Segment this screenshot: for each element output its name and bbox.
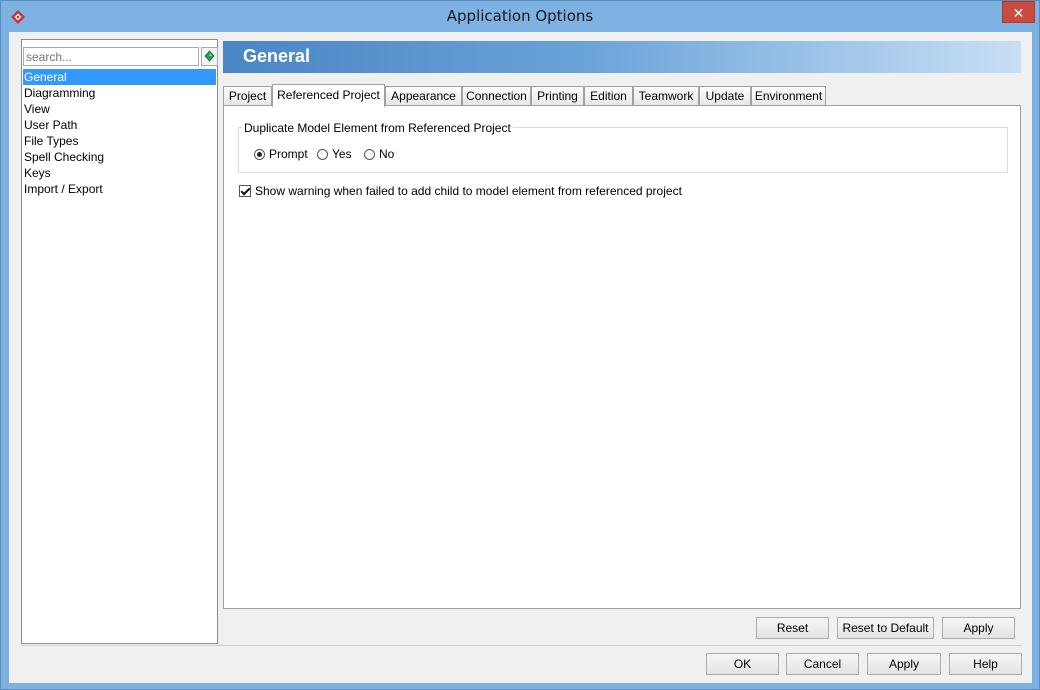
checkbox-checked-icon bbox=[239, 185, 251, 197]
options-tree-panel: General Diagramming View User Path File … bbox=[21, 39, 218, 644]
window-title: Application Options bbox=[446, 7, 594, 25]
panel-apply-button[interactable]: Apply bbox=[942, 617, 1015, 639]
radio-unselected-icon bbox=[364, 149, 375, 160]
tree-item-keys[interactable]: Keys bbox=[23, 165, 216, 181]
search-filter-button[interactable] bbox=[201, 47, 218, 66]
options-tree: General Diagramming View User Path File … bbox=[23, 69, 216, 197]
section-header: General bbox=[223, 41, 1021, 73]
show-warning-label: Show warning when failed to add child to… bbox=[255, 184, 682, 198]
filter-icon bbox=[204, 50, 215, 62]
radio-prompt-label: Prompt bbox=[269, 147, 308, 161]
divider bbox=[21, 645, 1021, 646]
section-title: General bbox=[243, 46, 311, 66]
radio-prompt[interactable]: Prompt bbox=[254, 146, 308, 162]
tab-content-panel: Duplicate Model Element from Referenced … bbox=[223, 105, 1021, 609]
tree-item-import-export[interactable]: Import / Export bbox=[23, 181, 216, 197]
dialog-apply-button[interactable]: Apply bbox=[867, 653, 941, 675]
tab-referenced-project[interactable]: Referenced Project bbox=[272, 84, 385, 107]
tree-item-spell-checking[interactable]: Spell Checking bbox=[23, 149, 216, 165]
duplicate-model-group-title: Duplicate Model Element from Referenced … bbox=[242, 121, 513, 135]
application-options-window: Application Options ✕ General Diagrammin… bbox=[0, 0, 1040, 690]
tree-item-file-types[interactable]: File Types bbox=[23, 133, 216, 149]
cancel-button[interactable]: Cancel bbox=[786, 653, 859, 675]
tab-environment[interactable]: Environment bbox=[751, 86, 826, 106]
tree-item-user-path[interactable]: User Path bbox=[23, 117, 216, 133]
tree-item-view[interactable]: View bbox=[23, 101, 216, 117]
tab-edition[interactable]: Edition bbox=[584, 86, 633, 106]
tree-item-general[interactable]: General bbox=[23, 69, 216, 85]
tab-teamwork[interactable]: Teamwork bbox=[633, 86, 699, 106]
dialog-body: General Diagramming View User Path File … bbox=[9, 32, 1032, 683]
radio-no-label: No bbox=[379, 147, 395, 161]
ok-button[interactable]: OK bbox=[706, 653, 779, 675]
close-button[interactable]: ✕ bbox=[1002, 1, 1035, 23]
help-button[interactable]: Help bbox=[949, 653, 1022, 675]
radio-yes[interactable]: Yes bbox=[317, 146, 352, 162]
radio-unselected-icon bbox=[317, 149, 328, 160]
tab-update[interactable]: Update bbox=[699, 86, 751, 106]
tree-item-diagramming[interactable]: Diagramming bbox=[23, 85, 216, 101]
radio-selected-icon bbox=[254, 149, 265, 160]
radio-no[interactable]: No bbox=[364, 146, 394, 162]
show-warning-checkbox[interactable]: Show warning when failed to add child to… bbox=[239, 183, 682, 199]
reset-to-default-button[interactable]: Reset to Default bbox=[837, 617, 934, 639]
tab-project[interactable]: Project bbox=[223, 86, 272, 106]
radio-yes-label: Yes bbox=[332, 147, 352, 161]
tab-appearance[interactable]: Appearance bbox=[385, 86, 462, 106]
tab-printing[interactable]: Printing bbox=[531, 86, 584, 106]
close-icon: ✕ bbox=[1012, 5, 1025, 21]
title-bar[interactable]: Application Options ✕ bbox=[1, 1, 1039, 32]
tab-connection[interactable]: Connection bbox=[462, 86, 531, 106]
search-input[interactable] bbox=[23, 47, 199, 66]
reset-button[interactable]: Reset bbox=[756, 617, 829, 639]
